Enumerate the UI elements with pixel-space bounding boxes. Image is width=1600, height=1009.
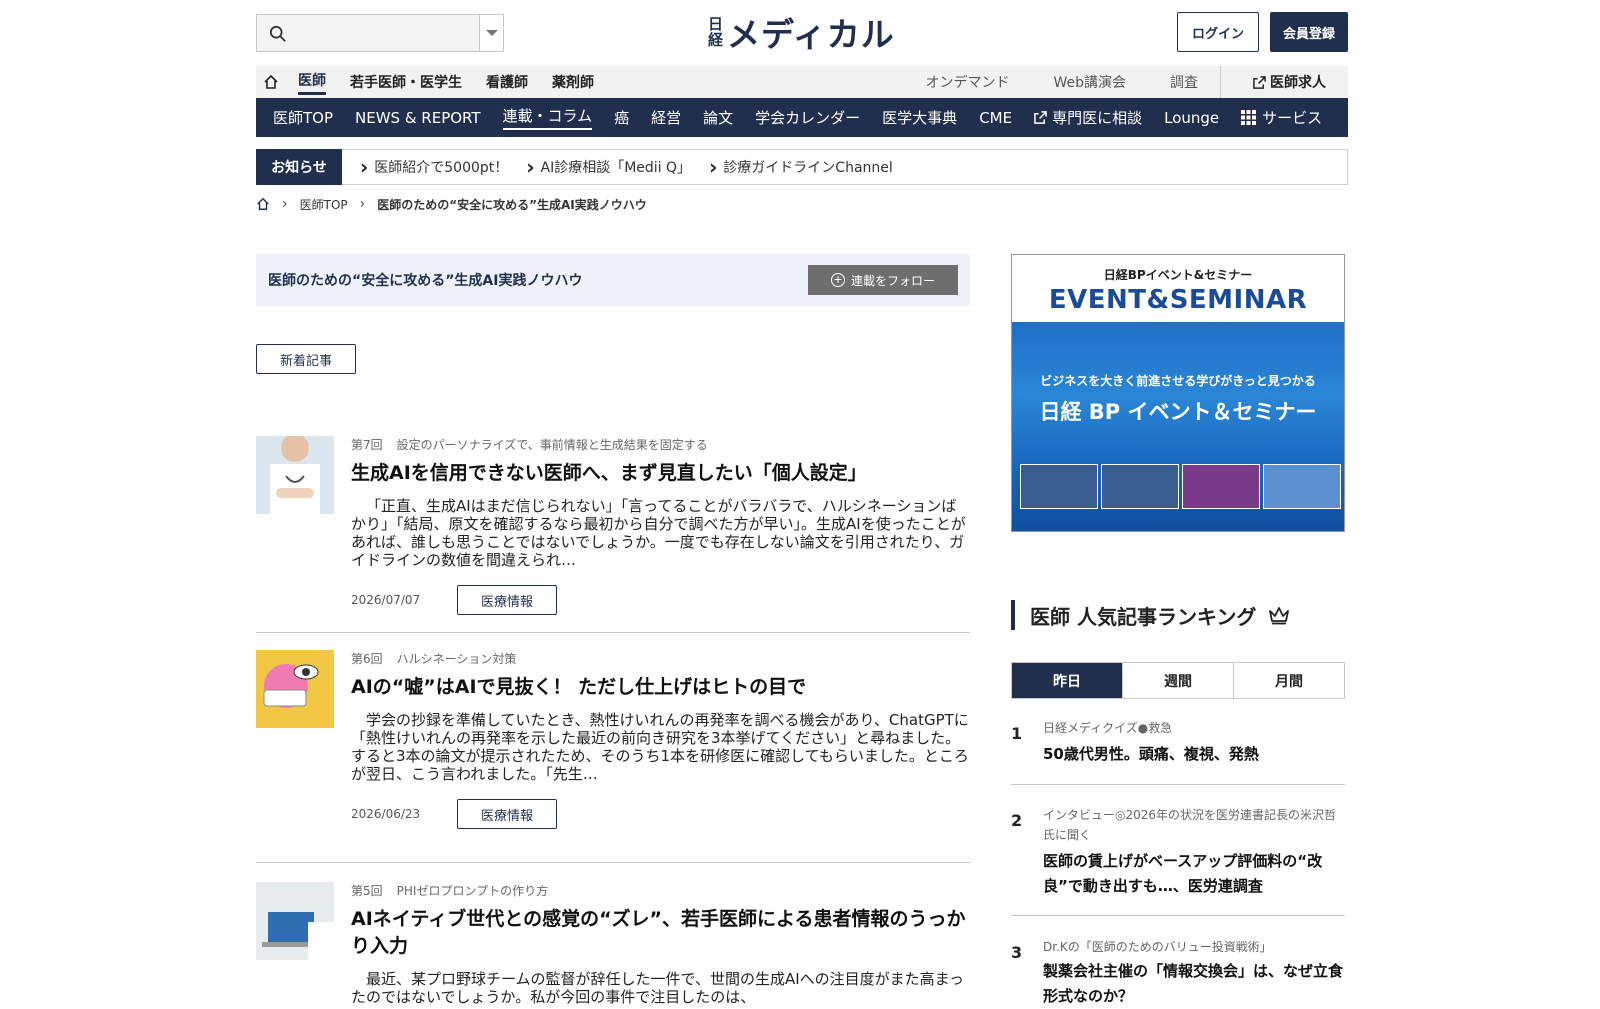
article-title[interactable]: AIの“嘘”はAIで見抜く！ ただし仕上げはヒトの目で <box>351 674 970 701</box>
article-subtitle: 設定のパーソナライズで、事前情報と生成結果を固定する <box>396 438 708 452</box>
login-button[interactable]: ログイン <box>1177 12 1259 52</box>
search-input[interactable] <box>293 21 463 45</box>
mainnav-specialist-consult[interactable]: 専門医に相談 <box>1023 98 1153 137</box>
mainnav-lounge[interactable]: Lounge <box>1153 98 1230 137</box>
plus-icon: + <box>830 273 845 287</box>
banner-title: EVENT&SEMINAR <box>1048 285 1308 315</box>
subnav-item-nurse[interactable]: 看護師 <box>474 66 540 98</box>
banner-thumbnail <box>1182 464 1260 509</box>
banner-kicker: 日経BPイベント&セミナー <box>1103 268 1253 282</box>
mainnav-series-column[interactable]: 連載・コラム <box>492 98 604 137</box>
subnav-item-pharmacist[interactable]: 薬剤師 <box>540 66 606 98</box>
site-logo[interactable]: 日 経 メディカル <box>708 12 895 54</box>
mainnav-cancer[interactable]: 癌 <box>603 98 640 137</box>
ranking-title-link[interactable]: 50歳代男性。頭痛、複視、発熱 <box>1043 742 1343 767</box>
breadcrumb: › 医師TOP › 医師のための“安全に攻める”生成AI実践ノウハウ <box>256 194 647 214</box>
notice-item[interactable]: AI診療相談「Medii Q」 <box>508 155 692 179</box>
article-title[interactable]: 生成AIを信用できない医師へ、まず見直したい「個人設定」 <box>351 460 970 487</box>
ranking-meta: インタビュー◎2026年の状況を医労連書記長の米沢哲氏に聞く <box>1043 808 1337 842</box>
divider <box>256 862 970 863</box>
article-category-tag[interactable]: 医療情報 <box>457 799 557 829</box>
article-number: 第7回 <box>351 438 383 452</box>
main-navigation: 医師TOP NEWS & REPORT 連載・コラム 癌 経営 論文 学会カレン… <box>256 98 1348 137</box>
logo-medical: メディカル <box>727 15 895 54</box>
mainnav-management[interactable]: 経営 <box>640 98 692 137</box>
mainnav-cme[interactable]: CME <box>968 98 1023 137</box>
breadcrumb-current: 医師のための“安全に攻める”生成AI実践ノウハウ <box>377 197 647 212</box>
banner-tagline: ビジネスを大きく前進させる学びがきっと見つかる <box>1040 374 1316 388</box>
home-icon[interactable] <box>256 66 286 98</box>
divider <box>1011 915 1345 916</box>
notice-bar: お知らせ 医師紹介で5000pt！ AI診療相談「Medii Q」 診療ガイドラ… <box>256 148 1348 185</box>
series-title: 医師のための“安全に攻める”生成AI実践ノウハウ <box>268 273 583 289</box>
subnav-web-lecture[interactable]: Web講演会 <box>1031 72 1148 92</box>
article-number: 第5回 <box>351 884 383 898</box>
banner-thumbnail <box>1263 464 1341 509</box>
external-link-icon <box>1034 111 1047 124</box>
mainnav-conference-calendar[interactable]: 学会カレンダー <box>744 98 871 137</box>
mainnav-news-report[interactable]: NEWS & REPORT <box>344 98 492 137</box>
grid-icon <box>1241 110 1257 125</box>
ranking-meta: 日経メディクイズ●救急 <box>1043 721 1173 735</box>
series-header: 医師のための“安全に攻める”生成AI実践ノウハウ + 連載をフォロー <box>256 254 970 306</box>
search-box[interactable] <box>256 14 504 52</box>
ranking-meta: Dr.Kの「医師のためのバリュー投資戦術」 <box>1043 940 1272 954</box>
article-description: 学会の抄録を準備していたとき、熱性けいれんの再発率を調べる機会があり、ChatG… <box>351 711 969 783</box>
breadcrumb-doctor-top[interactable]: 医師TOP <box>300 196 348 213</box>
follow-series-button[interactable]: + 連載をフォロー <box>808 265 958 295</box>
article-thumbnail[interactable] <box>256 650 334 728</box>
banner-heading: 日経 BP イベント＆セミナー <box>1039 400 1317 424</box>
chevron-right-icon: › <box>282 196 288 212</box>
ranking-number: 3 <box>1011 943 1023 962</box>
article-date: 2026/06/23 <box>351 807 421 821</box>
article-subtitle: ハルシネーション対策 <box>396 652 517 666</box>
register-button[interactable]: 会員登録 <box>1270 12 1348 52</box>
subnav-item-young-doctor[interactable]: 若手医師・医学生 <box>338 66 474 98</box>
article-thumbnail[interactable] <box>256 436 334 514</box>
article-date: 2026/07/07 <box>351 593 421 607</box>
divider <box>256 632 970 633</box>
subnav-survey[interactable]: 調査 <box>1148 72 1220 92</box>
mainnav-papers[interactable]: 論文 <box>692 98 744 137</box>
ranking-title-link[interactable]: 製薬会社主催の「情報交換会」は、なぜ立食形式なのか？ <box>1043 959 1343 1009</box>
subnav-job[interactable]: 医師求人 <box>1220 66 1348 98</box>
notice-item[interactable]: 診療ガイドラインChannel <box>691 155 892 179</box>
crown-icon <box>1269 607 1290 625</box>
subnav-item-doctor[interactable]: 医師 <box>286 66 338 98</box>
logo-nikkei: 日 経 <box>708 15 724 49</box>
notice-tag: お知らせ <box>256 148 342 185</box>
ranking-title: 医師 人気記事ランキング <box>1011 600 1290 630</box>
ranking-number: 2 <box>1011 811 1023 830</box>
article-number: 第6回 <box>351 652 383 666</box>
notice-item[interactable]: 医師紹介で5000pt！ <box>342 155 508 179</box>
search-dropdown-button[interactable] <box>479 15 503 51</box>
mainnav-doctor-top[interactable]: 医師TOP <box>262 98 344 137</box>
tab-monthly[interactable]: 月間 <box>1233 663 1344 698</box>
mainnav-services[interactable]: サービス <box>1230 98 1333 137</box>
chevron-right-icon: › <box>359 196 366 212</box>
ranking-tabs: 昨日 週間 月間 <box>1011 662 1345 699</box>
article-title[interactable]: AIネイティブ世代との感覚の“ズレ”、若手医師による患者情報のうっかり入力 <box>351 906 970 960</box>
banner-thumbnail <box>1101 464 1179 509</box>
search-icon <box>269 25 286 42</box>
article-category-tag[interactable]: 医療情報 <box>457 585 557 615</box>
article-thumbnail[interactable] <box>256 882 334 960</box>
mainnav-medical-dictionary[interactable]: 医学大事典 <box>871 98 968 137</box>
article-description: 「正直、生成AIはまだ信じられない」「言ってることがバラバラで、ハルシネーション… <box>351 497 966 569</box>
banner-thumbnail <box>1020 464 1098 509</box>
tab-weekly[interactable]: 週間 <box>1122 663 1233 698</box>
event-seminar-banner[interactable]: 日経BPイベント&セミナー EVENT&SEMINAR ビジネスを大きく前進させ… <box>1011 254 1345 532</box>
divider <box>1011 784 1345 785</box>
ranking-title-link[interactable]: 医師の賃上げがベースアップ評価料の“改良”で動き出すも…、医労連調査 <box>1043 849 1343 899</box>
tab-yesterday[interactable]: 昨日 <box>1012 663 1122 698</box>
external-link-icon <box>1253 75 1266 89</box>
new-articles-label[interactable]: 新着記事 <box>256 344 356 374</box>
subnav-on-demand[interactable]: オンデマンド <box>903 72 1031 92</box>
sub-navigation: 医師 若手医師・医学生 看護師 薬剤師 オンデマンド Web講演会 調査 医師求… <box>256 66 1348 98</box>
article-description: 最近、某プロ野球チームの監督が辞任した一件で、世間の生成AIへの注目度がまた高ま… <box>351 970 965 1006</box>
ranking-number: 1 <box>1011 724 1023 743</box>
home-icon[interactable] <box>256 197 270 211</box>
article-subtitle: PHIゼロプロンプトの作り方 <box>396 884 549 898</box>
